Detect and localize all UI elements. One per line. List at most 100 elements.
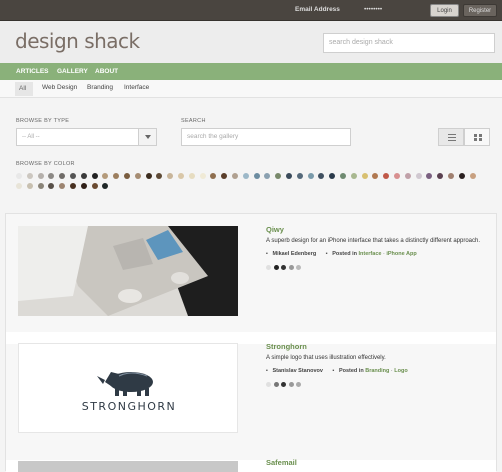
color-swatch[interactable] <box>16 173 22 179</box>
color-dot[interactable] <box>273 265 279 270</box>
subnav-interface[interactable]: Interface <box>124 84 149 91</box>
color-dot[interactable] <box>281 382 286 387</box>
color-swatch[interactable] <box>210 173 217 179</box>
color-swatch[interactable] <box>372 173 379 179</box>
color-swatch[interactable] <box>37 183 44 189</box>
color-swatch[interactable] <box>242 173 249 179</box>
color-swatch[interactable] <box>156 173 163 179</box>
color-dot[interactable] <box>273 382 279 387</box>
color-swatch[interactable] <box>286 173 292 179</box>
color-swatch[interactable] <box>404 173 411 179</box>
gallery-search-input[interactable]: search the gallery <box>181 128 351 146</box>
color-swatch[interactable] <box>178 173 184 179</box>
color-swatch[interactable] <box>26 183 33 189</box>
color-swatch[interactable] <box>350 173 357 179</box>
color-swatch[interactable] <box>361 173 368 179</box>
email-label[interactable]: Email Address <box>295 6 340 13</box>
user-icon: ▪ <box>266 251 268 257</box>
color-swatch[interactable] <box>188 173 195 179</box>
color-swatch[interactable] <box>394 173 400 179</box>
color-swatch[interactable] <box>318 173 325 179</box>
color-swatch[interactable] <box>307 173 314 179</box>
nav-about[interactable]: ABOUT <box>95 68 118 75</box>
color-swatch[interactable] <box>91 183 98 189</box>
list-icon <box>448 134 456 141</box>
site-search-input[interactable]: search design shack <box>323 33 495 53</box>
color-swatch[interactable] <box>448 173 454 179</box>
color-swatch[interactable] <box>458 173 465 179</box>
folder-icon: ▪ <box>332 368 335 374</box>
color-dot[interactable] <box>266 382 271 387</box>
color-swatch[interactable] <box>70 183 76 189</box>
subnav-web-design[interactable]: Web Design <box>42 84 77 91</box>
color-swatch[interactable] <box>16 183 22 189</box>
type-select[interactable]: -- All -- <box>16 128 157 146</box>
browse-by-color-label: BROWSE BY COLOR <box>16 161 75 167</box>
chevron-down-icon[interactable] <box>138 129 156 145</box>
item-author[interactable]: Mikael Edenberg <box>272 251 316 257</box>
qiwy-thumbnail[interactable] <box>18 226 238 316</box>
subnav-branding[interactable]: Branding <box>87 84 113 91</box>
main-nav: ARTICLES GALLERY ABOUT <box>0 63 502 80</box>
color-swatch[interactable] <box>232 173 238 179</box>
color-swatch[interactable] <box>59 173 66 179</box>
color-dot[interactable] <box>296 265 301 270</box>
list-view-button[interactable] <box>438 128 464 146</box>
color-swatch[interactable] <box>415 173 422 179</box>
item-title[interactable]: Qiwy <box>266 225 284 234</box>
color-swatch[interactable] <box>48 183 55 189</box>
item-author[interactable]: Stanislav Stanovov <box>272 368 322 374</box>
nav-articles[interactable]: ARTICLES <box>16 68 49 75</box>
type-select-value: -- All -- <box>22 134 40 140</box>
color-dot[interactable] <box>281 265 286 270</box>
color-dot[interactable] <box>296 382 301 387</box>
color-swatch[interactable] <box>134 173 141 179</box>
top-bar: Email Address •••••••• Login Register <box>0 0 502 21</box>
color-swatch[interactable] <box>102 173 109 179</box>
category-link-interface[interactable]: Interface <box>359 251 382 257</box>
color-swatch[interactable] <box>26 173 33 179</box>
grid-view-button[interactable] <box>464 128 490 146</box>
nav-gallery[interactable]: GALLERY <box>57 68 88 75</box>
stronghorn-thumbnail[interactable]: STRONGHORN <box>18 343 238 433</box>
subnav-all[interactable]: All <box>15 82 33 96</box>
site-logo[interactable]: design shack <box>15 29 140 53</box>
color-swatch[interactable] <box>275 173 282 179</box>
color-swatch[interactable] <box>253 173 260 179</box>
color-swatch[interactable] <box>469 173 476 179</box>
color-swatch[interactable] <box>59 183 66 189</box>
safemail-thumbnail[interactable] <box>18 461 238 472</box>
color-swatch[interactable] <box>296 173 303 179</box>
color-swatch[interactable] <box>437 173 444 179</box>
color-swatch[interactable] <box>48 173 55 179</box>
color-swatch[interactable] <box>426 173 433 179</box>
color-swatch[interactable] <box>383 173 390 179</box>
item-title[interactable]: Stronghorn <box>266 342 307 351</box>
color-swatch[interactable] <box>124 173 130 179</box>
gallery-list: Qiwy A superb design for an iPhone inter… <box>5 213 497 472</box>
category-link-iphone-app[interactable]: iPhone App <box>386 251 416 257</box>
login-button[interactable]: Login <box>430 4 459 17</box>
color-swatch[interactable] <box>264 173 271 179</box>
color-swatch[interactable] <box>70 173 76 179</box>
category-link-branding[interactable]: Branding <box>365 368 389 374</box>
color-swatch[interactable] <box>37 173 44 179</box>
color-dot[interactable] <box>288 265 294 270</box>
color-swatch[interactable] <box>145 173 152 179</box>
color-swatch[interactable] <box>167 173 174 179</box>
password-field[interactable]: •••••••• <box>364 6 382 13</box>
color-swatch[interactable] <box>91 173 98 179</box>
category-link-logo[interactable]: Logo <box>394 368 407 374</box>
register-button[interactable]: Register <box>463 4 497 17</box>
color-swatch[interactable] <box>329 173 336 179</box>
color-swatch[interactable] <box>102 183 109 189</box>
color-swatch[interactable] <box>80 173 87 179</box>
item-title[interactable]: Safemail <box>266 458 297 467</box>
color-dot[interactable] <box>266 265 271 270</box>
color-dot[interactable] <box>288 382 294 387</box>
color-swatch[interactable] <box>340 173 346 179</box>
color-swatch[interactable] <box>113 173 120 179</box>
color-swatch[interactable] <box>221 173 228 179</box>
color-swatch[interactable] <box>199 173 206 179</box>
color-swatch[interactable] <box>80 183 87 189</box>
